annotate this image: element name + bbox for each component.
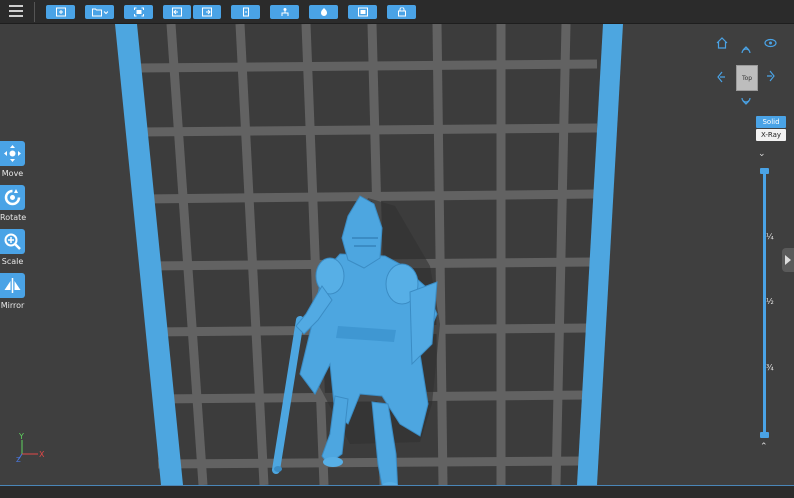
rotate-down-icon[interactable] <box>740 96 752 106</box>
folder-icon <box>91 8 108 17</box>
build-plate <box>115 24 623 485</box>
xray-mode-button[interactable]: X-Ray <box>756 129 786 141</box>
rotate-button[interactable] <box>0 185 25 210</box>
slider-collapse-icon[interactable]: ⌄ <box>758 149 766 159</box>
preview-button[interactable] <box>348 5 377 19</box>
slice-icon <box>320 8 327 16</box>
nav-cube-face-label: Top <box>741 75 753 82</box>
settings-icon <box>397 7 406 17</box>
rotate-icon <box>4 189 21 206</box>
slice-button[interactable] <box>309 5 338 19</box>
slider-mark-quarter: ¼ <box>766 232 774 241</box>
export-button[interactable] <box>193 5 221 19</box>
import-button[interactable] <box>163 5 191 19</box>
slider-mark-three-quarter: ¾ <box>766 363 774 372</box>
layer-slider-top-thumb[interactable] <box>760 168 769 174</box>
open-file-button[interactable] <box>46 5 75 19</box>
move-button[interactable] <box>0 141 25 166</box>
fit-icon <box>133 7 144 17</box>
scale-icon <box>4 233 21 250</box>
support-button[interactable] <box>270 5 299 19</box>
top-toolbar <box>0 0 794 24</box>
side-panel-toggle[interactable] <box>782 248 794 272</box>
solid-mode-button[interactable]: Solid <box>756 116 786 128</box>
chevron-right-icon <box>785 255 791 265</box>
home-icon[interactable] <box>716 37 728 49</box>
axis-y-label: Y <box>18 432 24 441</box>
slider-mark-half: ½ <box>766 297 774 306</box>
move-icon <box>4 145 21 162</box>
mirror-tool[interactable]: Mirror <box>0 273 25 310</box>
cut-icon <box>242 7 249 17</box>
app-window: Y X Z Move Rotate Scale Mirror Top Solid… <box>0 0 794 498</box>
folder-button[interactable] <box>85 5 114 19</box>
move-label: Move <box>1 169 24 178</box>
scale-button[interactable] <box>0 229 25 254</box>
rotate-left-icon[interactable] <box>716 71 726 83</box>
layer-slider-bottom-thumb[interactable] <box>760 432 769 438</box>
3d-viewport[interactable]: Y X Z <box>0 24 794 485</box>
export-icon <box>202 7 212 17</box>
rotate-tool[interactable]: Rotate <box>0 185 27 222</box>
rotate-right-icon[interactable] <box>766 70 776 82</box>
fit-button[interactable] <box>124 5 153 19</box>
axis-gizmo: Y X Z <box>16 432 45 462</box>
support-icon <box>281 8 288 16</box>
settings-button[interactable] <box>387 5 416 19</box>
toolbar-divider <box>34 2 35 22</box>
slider-expand-icon[interactable]: ⌃ <box>760 442 768 452</box>
mirror-icon <box>4 278 21 293</box>
rotate-up-icon[interactable] <box>740 45 752 55</box>
preview-icon <box>357 7 368 17</box>
status-bar <box>0 485 794 498</box>
scale-tool[interactable]: Scale <box>0 229 25 266</box>
import-icon <box>172 7 182 17</box>
move-tool[interactable]: Move <box>0 141 25 178</box>
menu-icon[interactable] <box>9 5 23 18</box>
eye-icon[interactable] <box>764 38 777 48</box>
nav-cube[interactable]: Top <box>736 65 758 91</box>
cut-button[interactable] <box>231 5 260 19</box>
rotate-label: Rotate <box>0 213 27 222</box>
mirror-button[interactable] <box>0 273 25 298</box>
axis-x-label: X <box>39 450 45 459</box>
axis-z-label: Z <box>16 456 21 462</box>
open-file-icon <box>55 7 66 17</box>
scale-label: Scale <box>1 257 24 266</box>
mirror-label: Mirror <box>0 301 25 310</box>
